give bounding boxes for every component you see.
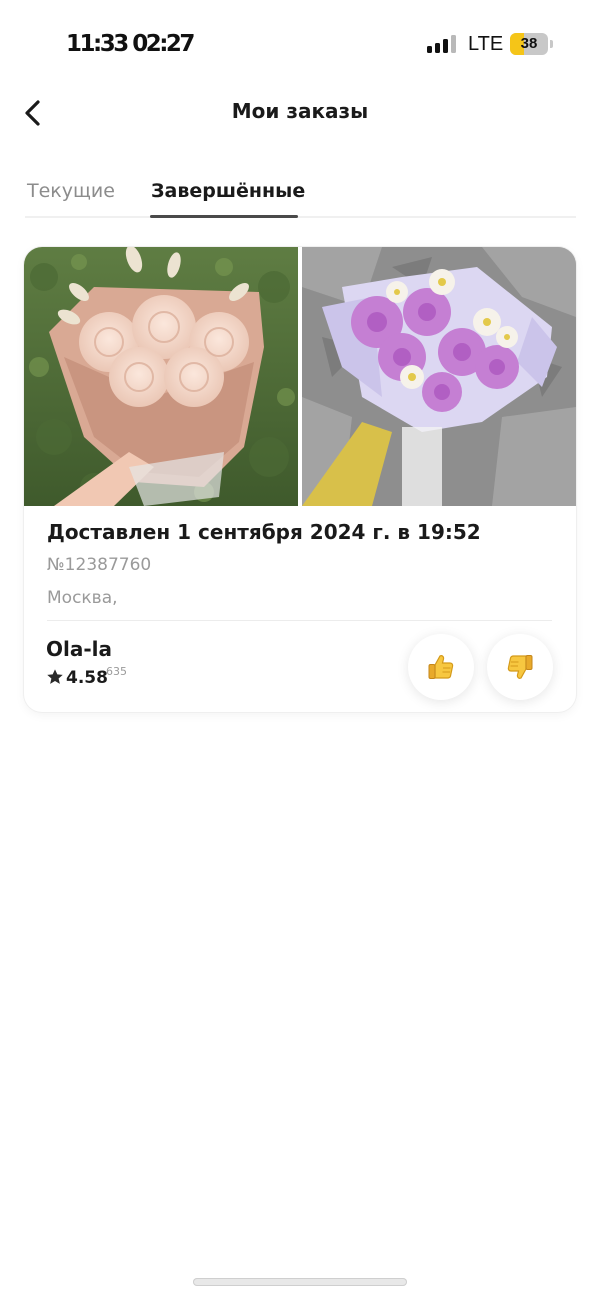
battery-icon: 38 [510,33,548,55]
order-card[interactable]: Доставлен 1 сентября 2024 г. в 19:52 №12… [24,247,576,712]
active-tab-indicator [150,215,298,218]
delivery-address: Москва, [47,588,118,608]
tab-current[interactable]: Текущие [27,180,115,202]
thumbs-down-icon [507,655,533,679]
order-photos [24,247,576,506]
bouquet-peach-roses-photo [24,247,298,506]
shop-name[interactable]: Ola-la [46,637,112,661]
divider [47,620,552,621]
network-type: LTE [468,33,504,55]
dislike-button[interactable] [487,634,553,700]
like-button[interactable] [408,634,474,700]
delivery-status: Доставлен 1 сентября 2024 г. в 19:52 [47,520,481,544]
status-bar: 11:33 02:27 LTE 38 [0,0,600,90]
page-title: Мои заказы [231,99,369,123]
home-indicator[interactable] [193,1278,407,1286]
signal-icon [427,35,459,53]
battery-level: 38 [520,35,538,52]
tab-bar: Текущие Завершённые [25,168,576,218]
rating-value: 4.58 [66,668,108,688]
bouquet-purple-chrysanthemums-photo [302,247,576,506]
battery-tip [550,40,553,48]
nav-bar: Мои заказы [0,90,600,136]
review-count: 635 [106,665,127,678]
tab-completed[interactable]: Завершённые [151,180,305,202]
status-time: 11:33 02:27 [66,31,195,57]
star-icon [47,669,63,684]
thumbs-up-icon [428,655,454,679]
order-number: №12387760 [47,555,152,575]
